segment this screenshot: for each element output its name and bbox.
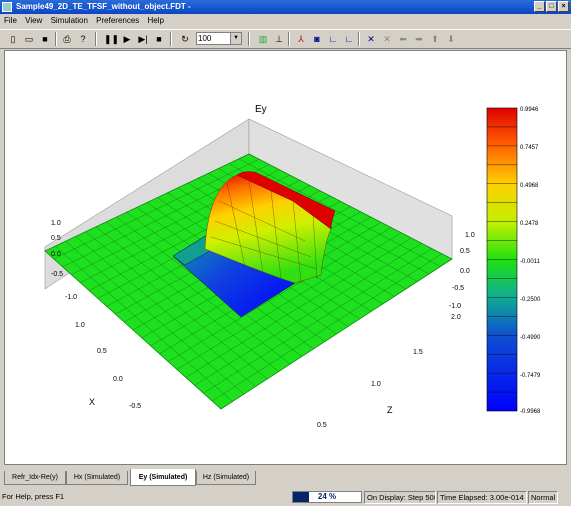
xyz-axes-icon[interactable]: ⅄ [294,32,308,46]
toolbar-separator [358,32,360,46]
tab-refr-idx[interactable]: Refr_Idx-Re(y) [4,471,66,485]
open-folder-icon[interactable]: ▭ [22,32,36,46]
colormap-icon[interactable]: ▥ [256,32,270,46]
x-tick: 0.0 [113,376,123,383]
menu-bar: File View Simulation Preferences Help [0,14,571,28]
tab-ey[interactable]: Ey (Simulated) [130,469,196,486]
left-tick: -0.5 [51,271,63,278]
colorbar-label: -0.0011 [520,259,541,265]
window-title: Sample49_2D_TE_TFSF_without_object.FDT - [16,2,191,11]
app-icon [2,2,12,12]
print-icon[interactable]: ⎙ [60,32,74,46]
x-axis-label: X [89,397,95,407]
left-tick: 0.0 [51,251,61,258]
time-elapsed: Time Elapsed: 3.00e-014 s [437,491,527,504]
right-tick: 0.0 [460,268,470,275]
close-button[interactable]: × [558,1,569,12]
arrow-right-icon[interactable]: ➡ [412,32,426,46]
menu-help[interactable]: Help [148,16,164,25]
pause-icon[interactable]: ❚❚ [104,32,119,46]
colorbar-label: 0.4968 [520,183,539,189]
right-tick: -1.0 [449,303,461,310]
colorbar-label: 0.2478 [520,221,539,227]
menu-file[interactable]: File [4,16,17,25]
save-icon[interactable]: ■ [38,32,52,46]
surface-plot: Ey 1.0 0.5 0.0 -0.5 -1.0 1.0 0.5 0.0 -0.… [44,104,541,429]
stop-icon[interactable]: ■ [152,32,166,46]
maximize-button[interactable]: □ [546,1,557,12]
left-tick: 1.0 [51,220,61,227]
progress-bar: 24 % [292,491,362,503]
colorbar-label: 0.7457 [520,145,539,151]
right-tick: 1.0 [465,232,475,239]
mode-indicator: Normal [528,491,558,504]
colorbar-label: -0.4990 [520,335,541,341]
tab-hz[interactable]: Hz (Simulated) [196,471,256,485]
toolbar: ▯ ▭ ■ ⎙ ? ❚❚ ▶ ▶| ■ ↻ ▥ ⊥ ⅄ ◙ ∟ ∟ ✕ ✕ ⬅ … [0,29,571,49]
menu-simulation[interactable]: Simulation [51,16,88,25]
zoom-value: 100 [198,34,212,43]
colorbar-label: -0.7479 [520,373,541,379]
z-axis-label: Z [387,405,393,415]
arrow-left-icon[interactable]: ⬅ [396,32,410,46]
progress-text: 24 % [317,492,337,501]
minimize-button[interactable]: _ [534,1,545,12]
z-tick: 2.0 [451,314,461,321]
z-tick: 0.5 [317,422,327,429]
x-tick: 0.5 [97,348,107,355]
left-tick: 0.5 [51,235,61,242]
arrow-down-icon[interactable]: ⬇ [444,32,458,46]
yz-view-icon[interactable]: ∟ [342,32,356,46]
tab-hx[interactable]: Hx (Simulated) [66,471,128,485]
zoom-extent-icon[interactable]: ✕ [380,32,394,46]
left-tick: -1.0 [65,294,77,301]
help-icon[interactable]: ? [76,32,90,46]
step-forward-icon[interactable]: ▶| [136,32,150,46]
x-tick: -0.5 [129,403,141,410]
z-tick: 1.0 [371,381,381,388]
colorbar-label: 0.9946 [520,107,539,113]
plot-canvas[interactable]: Ey 1.0 0.5 0.0 -0.5 -1.0 1.0 0.5 0.0 -0.… [4,50,567,465]
toolbar-separator [170,32,172,46]
toolbar-separator [248,32,250,46]
chevron-down-icon[interactable]: ▼ [230,33,241,44]
menu-preferences[interactable]: Preferences [96,16,139,25]
arrow-up-icon[interactable]: ⬆ [428,32,442,46]
3d-view-icon[interactable]: ◙ [310,32,324,46]
colorbar-label: -0.2500 [520,297,541,303]
right-tick: 0.5 [460,248,470,255]
toolbar-separator [55,32,57,46]
new-file-icon[interactable]: ▯ [6,32,20,46]
axis-icon[interactable]: ⊥ [272,32,286,46]
status-bar: For Help, press F1 24 % On Display: Step… [0,489,571,506]
xy-view-icon[interactable]: ∟ [326,32,340,46]
title-bar: Sample49_2D_TE_TFSF_without_object.FDT -… [0,0,571,14]
menu-view[interactable]: View [25,16,42,25]
view-tabs: Refr_Idx-Re(y) Hx (Simulated) Ey (Simula… [2,469,569,487]
toolbar-separator [288,32,290,46]
right-tick: -0.5 [452,285,464,292]
help-text: For Help, press F1 [2,492,65,501]
play-icon[interactable]: ▶ [120,32,134,46]
zoom-fit-icon[interactable]: ✕ [364,32,378,46]
plot-title: Ey [255,104,267,115]
zoom-select[interactable]: 100 ▼ [196,32,242,45]
refresh-icon[interactable]: ↻ [178,32,192,46]
z-tick: 1.5 [413,349,423,356]
display-step: On Display: Step 500 [364,491,436,504]
colorbar-label: -0.9968 [520,409,541,415]
x-tick: 1.0 [75,322,85,329]
toolbar-separator [95,32,97,46]
